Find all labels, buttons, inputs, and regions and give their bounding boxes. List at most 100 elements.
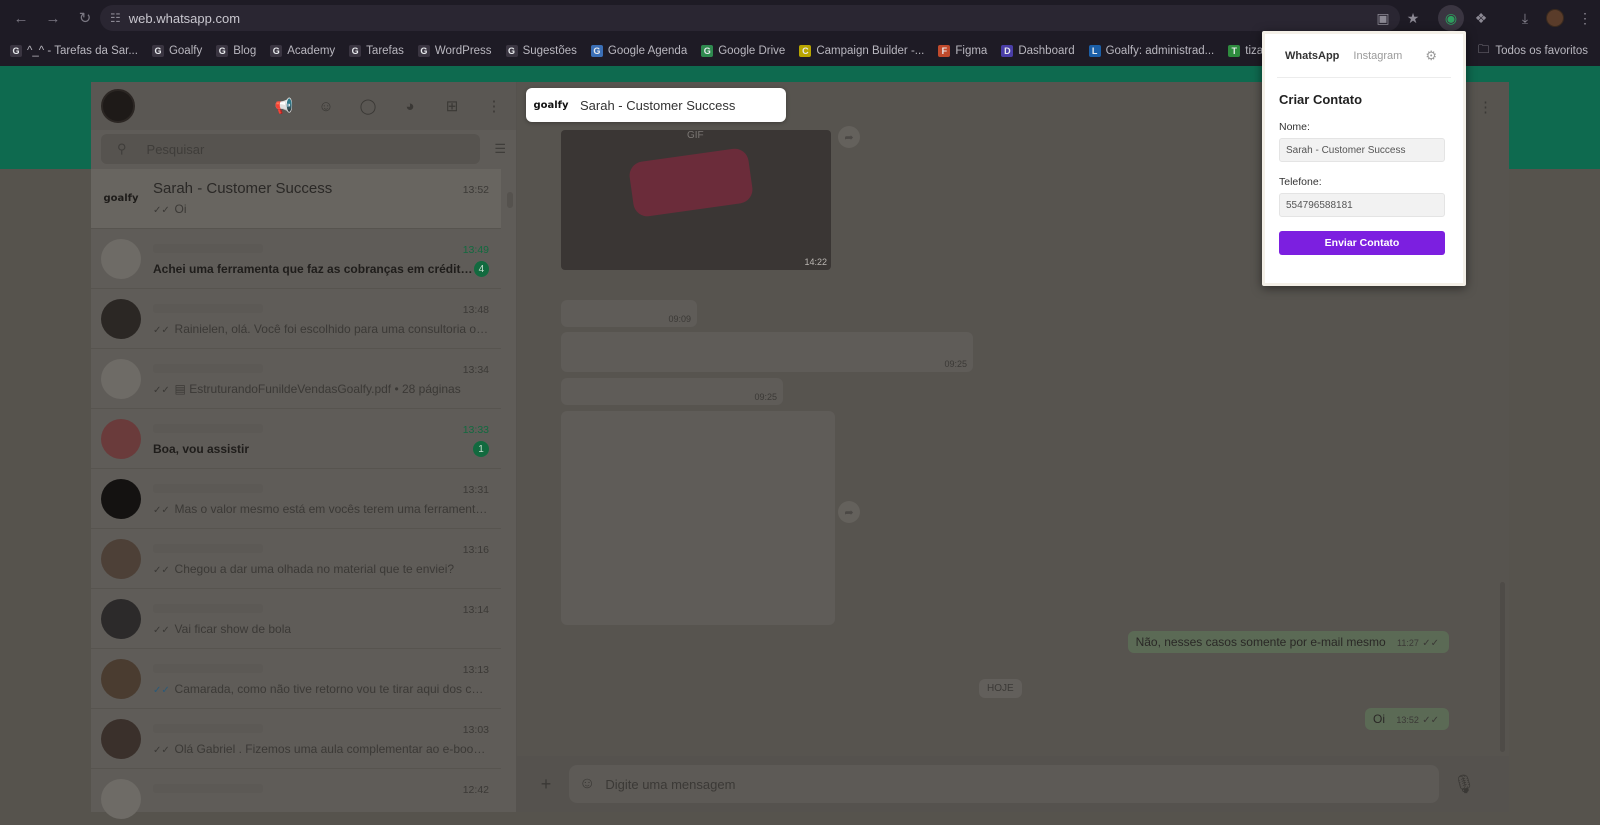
tab-instagram[interactable]: Instagram xyxy=(1353,50,1402,62)
read-tick-icon: ✓✓ xyxy=(1422,715,1439,726)
message-bubble[interactable]: 09:25 xyxy=(561,332,973,372)
bookmark-item[interactable]: L Goalfy: administrad... xyxy=(1088,45,1215,57)
composer: + ☺ Digite uma mensagem 🎙 xyxy=(517,756,1509,812)
goalfy-favicon-icon: G xyxy=(270,45,283,57)
sidebar-scrollbar[interactable] xyxy=(507,192,513,208)
conversation-scrollbar[interactable] xyxy=(1500,582,1505,752)
back-arrow-icon[interactable]: ← xyxy=(6,3,36,33)
reload-icon[interactable]: ↻ xyxy=(70,3,100,33)
bookmark-item[interactable]: G Goalfy xyxy=(151,45,202,57)
chat-list-item[interactable]: 13:16 ✓✓ Chegou a dar uma olhada no mater… xyxy=(91,529,501,589)
bookmark-item[interactable]: C Campaign Builder -... xyxy=(799,45,924,57)
chat-time: 13:13 xyxy=(462,664,489,676)
extension-title: Criar Contato xyxy=(1279,92,1363,107)
media-message[interactable] xyxy=(561,411,835,625)
bookmark-label: Academy xyxy=(287,45,336,57)
chat-list-item[interactable]: 13:49 Achei uma ferramenta que faz as cob… xyxy=(91,229,501,289)
bookmark-item[interactable]: G Blog xyxy=(216,45,256,57)
message-input[interactable]: ☺ Digite uma mensagem xyxy=(569,765,1439,803)
chat-list-item[interactable]: 13:13 ✓✓ Camarada, como não tive retorno … xyxy=(91,649,501,709)
chat-menu-icon[interactable]: ⋮ xyxy=(1478,98,1493,116)
browser-menu-icon[interactable]: ⋮ xyxy=(1572,5,1598,31)
new-chat-icon[interactable]: ⊞ xyxy=(440,94,464,118)
chat-list-item[interactable]: goalfy Sarah - Customer Success 13:52 ✓✓ Oi xyxy=(91,169,501,229)
chat-time: 13:03 xyxy=(462,724,489,736)
tab-whatsapp[interactable]: WhatsApp xyxy=(1285,50,1339,62)
chat-list-item[interactable]: 13:34 ✓✓ ▤ EstruturandoFunildeVendasGoalf… xyxy=(91,349,501,409)
chat-last-message: Chegou a dar uma olhada no material que … xyxy=(174,562,455,576)
bookmark-label: WordPress xyxy=(434,45,492,57)
chat-name xyxy=(153,724,263,733)
extension-active-icon[interactable]: ◉ xyxy=(1438,5,1464,31)
bookmark-item[interactable]: G ^_^ - Tarefas da Sar... xyxy=(10,45,138,57)
message-bubble[interactable]: 09:25 xyxy=(561,378,783,405)
tizape-favicon-icon: T xyxy=(1228,45,1241,57)
goalfy-favicon-icon: G xyxy=(216,45,229,57)
chat-name xyxy=(153,364,263,373)
outgoing-message[interactable]: Oi 13:52 ✓✓ xyxy=(1365,708,1449,730)
bookmark-label: Tarefas xyxy=(366,45,404,57)
name-label: Nome: xyxy=(1279,121,1310,133)
google-drive-favicon-icon: G xyxy=(701,45,714,57)
message-bubble[interactable]: 09:09 xyxy=(561,300,697,327)
name-field[interactable]: Sarah - Customer Success xyxy=(1279,138,1445,162)
chat-last-message: Vai ficar show de bola xyxy=(174,622,292,636)
bookmark-item[interactable]: G Google Drive xyxy=(701,45,785,57)
phone-field[interactable]: 554796588181 xyxy=(1279,193,1445,217)
bookmark-label: Google Drive xyxy=(718,45,786,57)
filter-icon[interactable]: ☰ xyxy=(494,141,506,157)
chat-title-pill[interactable]: goalfy Sarah - Customer Success xyxy=(526,88,786,122)
chat-last-message: Olá Gabriel . Fizemos uma aula complemen… xyxy=(174,742,489,756)
channels-icon[interactable]: ◕ xyxy=(398,94,422,118)
forward-icon[interactable]: ➦ xyxy=(838,501,860,523)
all-bookmarks-folder[interactable]: 🗀 Todos os favoritos xyxy=(1478,36,1588,66)
site-settings-icon[interactable]: ☷ xyxy=(110,11,121,25)
send-contact-button[interactable]: Enviar Contato xyxy=(1279,231,1445,255)
chat-list-item[interactable]: 13:03 ✓✓ Olá Gabriel . Fizemos uma aula c… xyxy=(91,709,501,769)
unread-badge: 1 xyxy=(473,441,489,457)
microphone-icon[interactable]: 🎙 xyxy=(1449,774,1479,795)
address-bar[interactable]: ☷ web.whatsapp.com xyxy=(100,5,1400,31)
chat-time: 12:42 xyxy=(462,784,489,796)
goalfy-favicon-icon: G xyxy=(417,45,430,57)
chat-list-item[interactable]: 12:42 xyxy=(91,769,501,825)
menu-icon[interactable]: ⋮ xyxy=(482,94,506,118)
chat-last-message: Achei uma ferramenta que faz as cobrança… xyxy=(153,262,474,276)
profile-avatar[interactable] xyxy=(1542,5,1568,31)
forward-icon[interactable]: ➦ xyxy=(838,126,860,148)
forward-arrow-icon[interactable]: → xyxy=(38,3,68,33)
chat-list-item[interactable]: 13:14 ✓✓ Vai ficar show de bola xyxy=(91,589,501,649)
chat-avatar xyxy=(101,478,141,519)
chat-list-item[interactable]: 13:48 ✓✓ Rainielen, olá. Você foi escolhi… xyxy=(91,289,501,349)
chat-list: goalfy Sarah - Customer Success 13:52 ✓✓ Oi… xyxy=(91,169,501,825)
unread-badge: 4 xyxy=(473,261,489,277)
my-avatar[interactable] xyxy=(101,89,135,123)
bookmark-star-icon[interactable]: ★ xyxy=(1400,5,1426,31)
gif-message[interactable]: GIF 14:22 xyxy=(561,130,831,270)
chat-name xyxy=(153,244,263,253)
attach-plus-icon[interactable]: + xyxy=(531,774,561,795)
install-app-icon[interactable]: ▣ xyxy=(1370,5,1396,31)
chat-list-item[interactable]: 13:33 Boa, vou assistir 1 xyxy=(91,409,501,469)
bookmark-item[interactable]: G WordPress xyxy=(417,45,492,57)
bookmark-label: Goalfy: administrad... xyxy=(1105,45,1215,57)
sidebar-header: 📢 ☺ ◯ ◕ ⊞ ⋮ xyxy=(91,82,516,130)
emoji-icon[interactable]: ☺ xyxy=(579,775,595,793)
chat-time: 13:31 xyxy=(462,484,489,496)
communities-icon[interactable]: ☺ xyxy=(314,94,338,118)
status-icon[interactable]: ◯ xyxy=(356,94,380,118)
chat-list-item[interactable]: 13:31 ✓✓ Mas o valor mesmo está em vocês … xyxy=(91,469,501,529)
gear-icon[interactable]: ⚙ xyxy=(1425,48,1437,64)
bookmark-item[interactable]: F Figma xyxy=(938,45,987,57)
message-time: 09:25 xyxy=(754,392,777,402)
bookmark-item[interactable]: G Academy xyxy=(270,45,335,57)
outgoing-message[interactable]: Não, nesses casos somente por e-mail mes… xyxy=(1127,631,1449,653)
bookmark-item[interactable]: G Tarefas xyxy=(349,45,404,57)
bookmark-item[interactable]: G Google Agenda xyxy=(590,45,687,57)
bookmark-item[interactable]: D Dashboard xyxy=(1001,45,1075,57)
extensions-puzzle-icon[interactable]: ❖ xyxy=(1468,5,1494,31)
search-input[interactable]: ⚲ Pesquisar xyxy=(101,134,481,164)
megaphone-icon[interactable]: 📢 xyxy=(272,94,296,118)
download-icon[interactable]: ⤓ xyxy=(1512,5,1538,31)
bookmark-item[interactable]: G Sugestões xyxy=(505,45,577,57)
